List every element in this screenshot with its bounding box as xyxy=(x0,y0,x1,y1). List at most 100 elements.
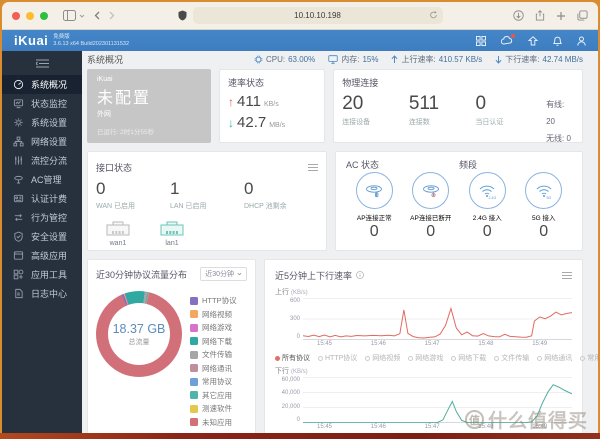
legend-dot xyxy=(275,356,280,361)
version-info: 免费版 3.6.13 x64 Build202301131532 xyxy=(53,34,129,48)
notification-dot xyxy=(511,34,515,38)
zoom-window-button[interactable] xyxy=(40,12,48,20)
privacy-shield-icon[interactable] xyxy=(178,10,187,21)
tab-overview-icon[interactable] xyxy=(577,10,588,21)
rate-status-card: 速率状态 ↑ 411 KB/s ↓ 42.7 MB/s xyxy=(219,69,325,143)
chart-legend-item[interactable]: 网络下载 xyxy=(451,353,486,363)
downloads-icon[interactable] xyxy=(513,10,524,21)
legend-item[interactable]: 未知应用 xyxy=(190,417,237,428)
sidebar-item-ap[interactable]: AC管理 xyxy=(2,170,82,189)
sidebar-collapse-button[interactable] xyxy=(2,51,82,75)
legend-item[interactable]: 网络游戏 xyxy=(190,322,237,333)
legend-swatch xyxy=(190,364,198,372)
chart-legend-item[interactable]: 网络通讯 xyxy=(537,353,572,363)
legend-swatch xyxy=(190,378,198,386)
upgrade-icon[interactable] xyxy=(528,36,538,46)
legend-item[interactable]: HTTP协议 xyxy=(190,295,237,306)
card-title: 近30分钟协议流量分布 xyxy=(96,268,187,281)
sidebar-item-network[interactable]: 网络设置 xyxy=(2,132,82,151)
legend-item[interactable]: 常用协议 xyxy=(190,376,237,387)
x-tick: 15:47 xyxy=(425,341,440,347)
sidebar-item-monitor[interactable]: 状态监控 xyxy=(2,94,82,113)
card-menu-icon[interactable] xyxy=(308,158,318,176)
legend-swatch xyxy=(190,351,198,359)
connected-devices-stat: 20 连接设备 xyxy=(342,94,409,127)
bell-icon[interactable] xyxy=(553,36,562,46)
band-5g-item: 5G 5G 接入 0 xyxy=(516,172,573,244)
back-button[interactable] xyxy=(94,11,100,20)
y-tick: 40,000 xyxy=(282,390,300,396)
chart-legend-item[interactable]: 文件传输 xyxy=(494,353,529,363)
legend-dot xyxy=(580,356,585,361)
x-tick: 15:46 xyxy=(371,424,386,430)
new-tab-icon[interactable] xyxy=(556,10,566,21)
interface-status-card: 接口状态 0 WAN 已启用 1 LAN 已启用 xyxy=(87,151,327,251)
upload-x-axis: 15:4515:4615:4715:4815:49 xyxy=(303,340,572,349)
sidebar-item-logs[interactable]: 日志中心 xyxy=(2,284,82,303)
info-icon[interactable] xyxy=(356,266,364,284)
upload-line-chart xyxy=(303,298,572,340)
chart-legend-item[interactable]: 所有协议 xyxy=(275,353,310,363)
sidebar-item-sliders[interactable]: 流控分流 xyxy=(2,151,82,170)
legend-dot xyxy=(318,356,323,361)
total-traffic-value: 18.37 GB xyxy=(113,322,166,336)
sidebar-item-gear[interactable]: 系统设置 xyxy=(2,113,82,132)
down-arrow-icon: ↓ xyxy=(228,116,234,130)
download-axis-label: 下行 (KB/s) xyxy=(275,366,572,376)
download-y-axis: 60,00040,00020,0000 xyxy=(275,377,303,423)
legend-dot xyxy=(408,356,413,361)
svg-text:2.4G: 2.4G xyxy=(489,196,497,200)
sidebar-item-appwindow[interactable]: 高级应用 xyxy=(2,246,82,265)
close-window-button[interactable] xyxy=(12,12,20,20)
port-wan1: wan1 xyxy=(100,219,136,247)
legend-item[interactable]: 文件传输 xyxy=(190,349,237,360)
sidebar-toggle-icon[interactable] xyxy=(63,10,76,21)
chart-legend-item[interactable]: 常用协... xyxy=(580,353,598,363)
legend-item[interactable]: 网络通讯 xyxy=(190,363,237,374)
sidebar-item-swap[interactable]: 行为管控 xyxy=(2,208,82,227)
chart-legend-item[interactable]: HTTP协议 xyxy=(318,353,357,363)
upload-axis-label: 上行 (KB/s) xyxy=(275,287,572,297)
reload-icon[interactable] xyxy=(429,10,438,22)
legend-item[interactable]: 其它应用 xyxy=(190,390,237,401)
memory-stat: 内存: 15% xyxy=(328,54,378,65)
x-tick: 15:47 xyxy=(425,424,440,430)
sidebar-item-idcard[interactable]: 认证计费 xyxy=(2,189,82,208)
wireless-count: 无线: 0 xyxy=(546,131,574,148)
upload-rate: ↑ 411 KB/s xyxy=(228,93,316,110)
system-stats: CPU: 63.00% 内存: 15% 上行速率: 410.57 KB/s xyxy=(254,54,583,65)
y-tick: 300 xyxy=(290,316,300,322)
legend-swatch xyxy=(190,337,198,345)
apps-grid-icon[interactable] xyxy=(476,36,486,46)
share-icon[interactable] xyxy=(535,10,545,21)
legend-item[interactable]: 网络下载 xyxy=(190,336,237,347)
minimize-window-button[interactable] xyxy=(26,12,34,20)
ethernet-port-icon xyxy=(158,219,186,238)
connections-stat: 511 连接数 xyxy=(409,94,476,127)
donut-legend: HTTP协议网络视频网络游戏网络下载文件传输网络通讯常用协议其它应用测速软件未知… xyxy=(190,291,237,428)
protocol-distribution-card: 近30分钟协议流量分布 近30分钟 18.37 GB 总流量 xyxy=(87,259,256,433)
gear-icon xyxy=(13,117,24,128)
card-title: 近5分钟上下行速率 xyxy=(275,269,352,282)
port-lan1: lan1 xyxy=(154,219,190,247)
legend-item[interactable]: 网络视频 xyxy=(190,309,237,320)
sidebar-item-shield[interactable]: 安全设置 xyxy=(2,227,82,246)
cloud-icon[interactable] xyxy=(501,36,513,45)
chart-legend-item[interactable]: 网络视频 xyxy=(365,353,400,363)
sidebar-item-tools[interactable]: 应用工具 xyxy=(2,265,82,284)
build-label: 3.6.13 x64 Build202301131532 xyxy=(53,41,129,48)
card-menu-icon[interactable] xyxy=(562,266,572,284)
legend-dot xyxy=(494,356,499,361)
sidebar-nav: 系统概况状态监控系统设置网络设置流控分流AC管理认证计费行为管控安全设置高级应用… xyxy=(2,75,82,303)
chart-legend-item[interactable]: 网络游戏 xyxy=(408,353,443,363)
legend-swatch xyxy=(190,418,198,426)
legend-swatch xyxy=(190,324,198,332)
sidebar-item-dashboard[interactable]: 系统概况 xyxy=(2,75,82,94)
user-icon[interactable] xyxy=(577,36,586,46)
address-bar[interactable]: 10.10.10.198 xyxy=(193,7,443,24)
legend-item[interactable]: 测速软件 xyxy=(190,403,237,414)
url-text: 10.10.10.198 xyxy=(294,11,341,20)
time-range-select[interactable]: 近30分钟 xyxy=(200,267,247,281)
chevron-down-icon[interactable] xyxy=(79,14,85,18)
swap-icon xyxy=(13,212,24,223)
